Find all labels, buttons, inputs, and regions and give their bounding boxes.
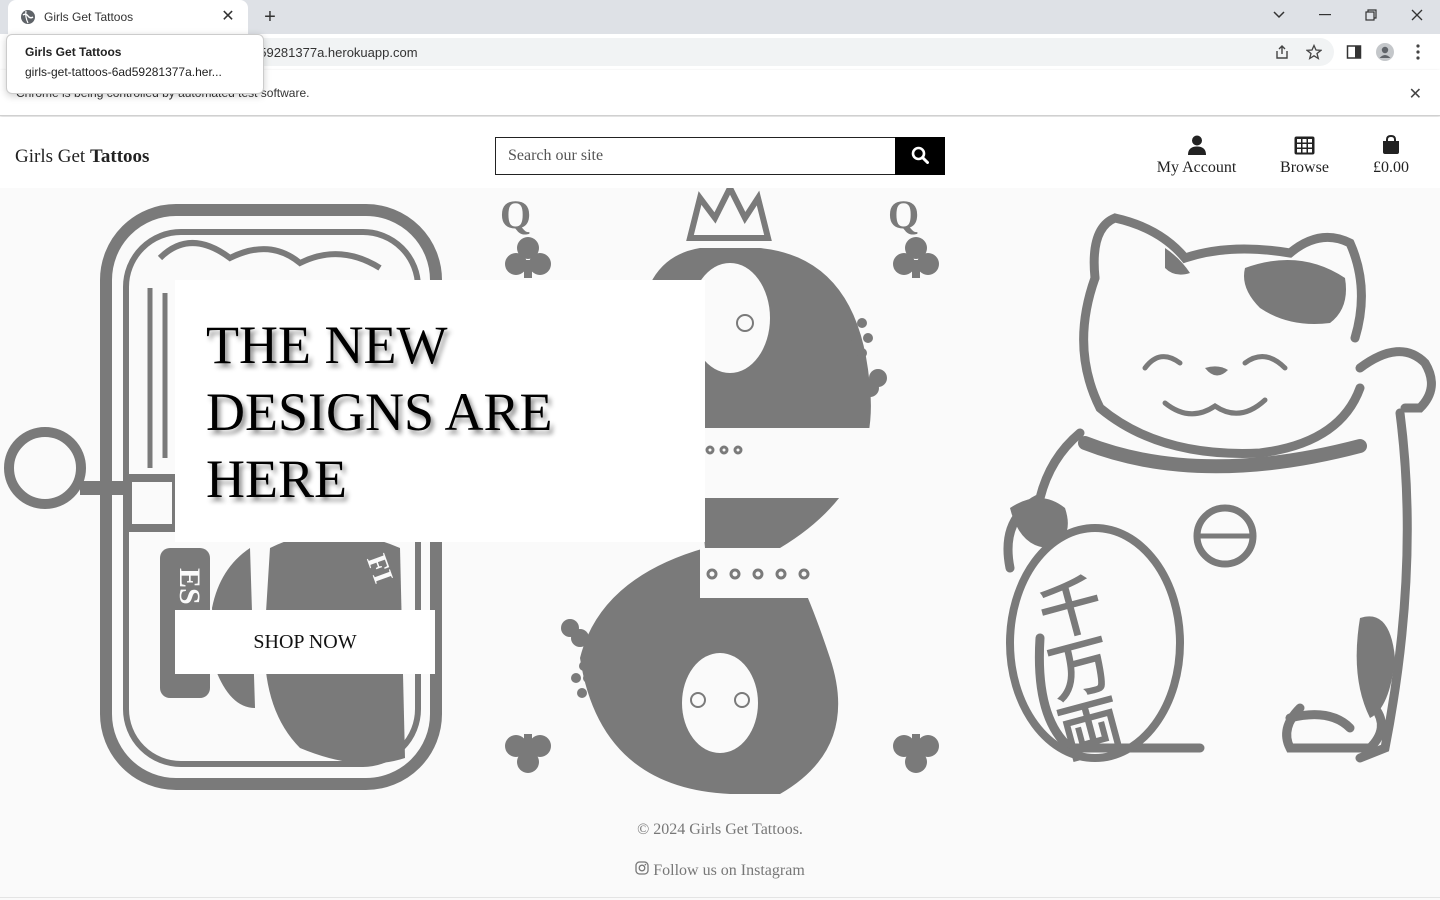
svg-text:両: 両 [1052,686,1131,773]
browse-label: Browse [1280,159,1329,176]
tab-search-icon[interactable] [1256,0,1302,30]
copyright-text: © 2024 Girls Get Tattoos. [637,821,803,838]
hover-card-title: Girls Get Tattoos [25,45,122,59]
search-input[interactable] [495,137,896,175]
side-panel-icon[interactable] [1345,43,1363,61]
close-tab-icon[interactable]: ✕ [220,9,236,25]
instagram-label: Follow us on Instagram [653,861,805,879]
tab-hover-card: Girls Get Tattoos girls-get-tattoos-6ad5… [6,34,264,94]
hero-banner: ES FI Q Q 千 万 両 THE NEW DESIGNS ARE HERE… [0,188,1440,794]
globe-icon [20,9,36,25]
my-account-label: My Account [1156,159,1237,176]
site-header: Girls Get Tattoos My Account Browse £0.0… [0,117,1440,188]
search-icon [911,146,929,167]
logo-bold-text: Tattoos [89,146,150,167]
hero-headline-panel: THE NEW DESIGNS ARE HERE [175,280,705,542]
site-logo[interactable]: Girls Get Tattoos [15,146,149,168]
bookmark-star-icon[interactable] [1305,43,1323,61]
svg-text:ES: ES [173,568,206,605]
browser-tab-strip: Girls Get Tattoos ✕ + [0,0,1440,34]
close-infobar-icon[interactable]: ✕ [1409,84,1422,104]
tab-title: Girls Get Tattoos [44,10,134,24]
profile-avatar-icon[interactable] [1376,43,1394,61]
search-button[interactable] [895,137,945,175]
browser-menu-icon[interactable] [1409,43,1427,61]
shopping-bag-icon [1382,133,1400,155]
grid-icon [1294,133,1315,155]
my-account-link[interactable]: My Account [1156,133,1237,177]
site-footer: © 2024 Girls Get Tattoos. Follow us on I… [0,794,1440,898]
instagram-link[interactable]: Follow us on Instagram [0,861,1440,880]
hero-headline: THE NEW DESIGNS ARE HERE [206,315,553,509]
share-icon[interactable] [1273,43,1291,61]
close-window-icon[interactable] [1394,0,1440,30]
url-text: d59281377a.herokuapp.com [252,45,418,60]
shopping-bag-link[interactable]: £0.00 [1371,133,1411,177]
svg-text:Q: Q [888,192,919,237]
shop-now-button[interactable]: SHOP NOW [175,610,435,674]
browser-tab[interactable]: Girls Get Tattoos ✕ [8,0,248,34]
bag-total: £0.00 [1373,159,1409,176]
logo-light-text: Girls Get [15,146,86,167]
new-tab-icon[interactable]: + [258,6,282,28]
minimize-icon[interactable] [1302,0,1348,30]
restore-icon[interactable] [1348,0,1394,30]
svg-text:Q: Q [500,192,531,237]
instagram-icon [635,861,649,880]
user-icon [1187,133,1207,155]
hover-card-url: girls-get-tattoos-6ad59281377a.her... [25,65,222,79]
browse-link[interactable]: Browse [1279,133,1330,177]
